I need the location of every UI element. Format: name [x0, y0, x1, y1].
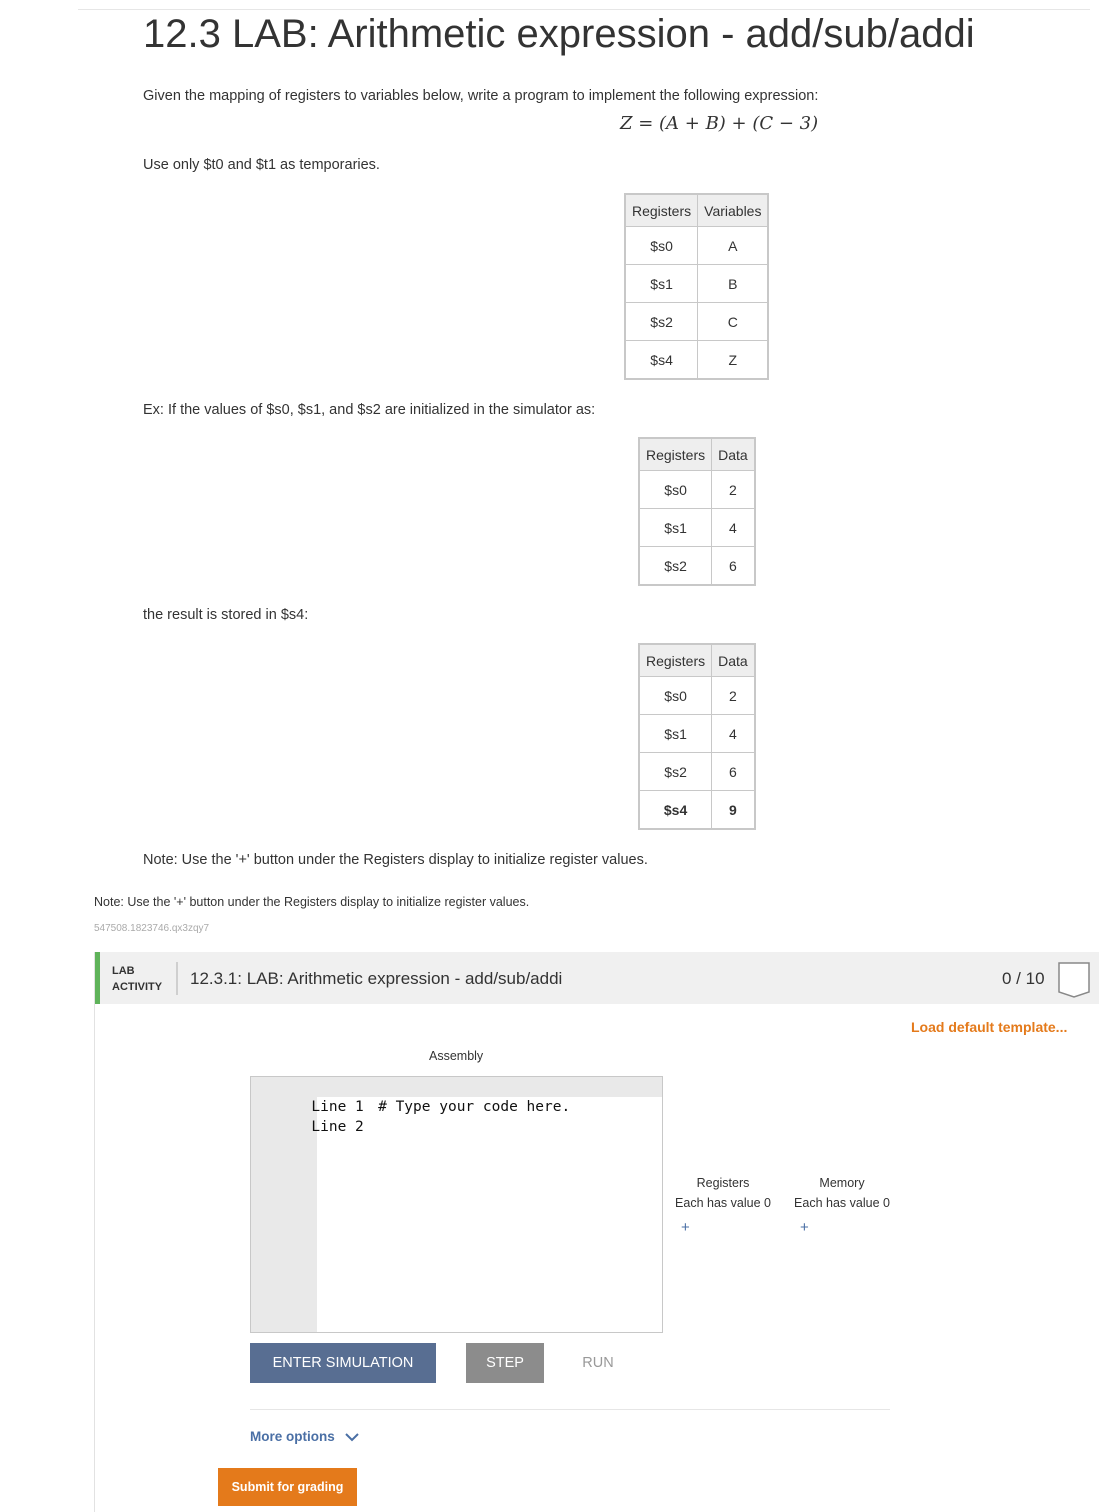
table-row: $s2 6	[638, 546, 756, 586]
badge-icon	[1058, 962, 1090, 998]
table-row: $s1 4	[638, 714, 756, 753]
table-row: $s4 Z	[624, 340, 769, 380]
memory-title: Memory	[819, 1176, 865, 1190]
add-register-button[interactable]: +	[681, 1219, 690, 1236]
intro-text: Given the mapping of registers to variab…	[143, 88, 819, 104]
table-cell: 2	[711, 470, 756, 509]
lab-activity: LAB ACTIVITY 12.3.1: LAB: Arithmetic exp…	[94, 952, 1099, 1512]
table-row: $s1 4	[638, 508, 756, 547]
step-button[interactable]: STEP	[466, 1343, 544, 1383]
table-cell: B	[697, 264, 769, 303]
table-row: $s4 9	[638, 790, 756, 830]
lab-tag-line: ACTIVITY	[112, 981, 163, 993]
top-divider	[78, 9, 1090, 10]
page-title: 12.3 LAB: Arithmetic expression - add/su…	[143, 12, 975, 56]
table-cell: $s0	[638, 676, 713, 715]
activity-code: 547508.1823746.qx3zqy7	[94, 923, 210, 934]
lab-activity-tag: LAB ACTIVITY	[112, 963, 162, 995]
enter-simulation-button[interactable]: ENTER SIMULATION	[250, 1343, 436, 1383]
lab-tag-line: LAB	[112, 965, 135, 977]
table-cell: $s4	[638, 790, 713, 830]
result-intro-text: the result is stored in $s4:	[143, 607, 309, 623]
code-line[interactable]: Line 1 # Type your code here.	[251, 1077, 662, 1115]
table-row: $s2 6	[638, 752, 756, 791]
registers-panel: Registers Each has value 0	[675, 1173, 771, 1213]
table-cell: 6	[711, 752, 756, 791]
table-cell: 9	[711, 790, 756, 830]
table-header: Data	[711, 643, 756, 677]
table-cell: A	[697, 226, 769, 265]
result-values-table: Registers Data $s0 2 $s1 4 $s2 6 $s4 9	[638, 643, 756, 830]
load-default-template-link[interactable]: Load default template...	[911, 1019, 1067, 1035]
table-cell: C	[697, 302, 769, 341]
registers-title: Registers	[696, 1176, 750, 1190]
header-separator	[176, 962, 178, 995]
initial-values-table: Registers Data $s0 2 $s1 4 $s2 6	[638, 437, 756, 586]
line-number: Line 2	[311, 1119, 364, 1135]
table-row: $s2 C	[624, 302, 769, 341]
memory-panel: Memory Each has value 0	[794, 1173, 890, 1213]
table-cell: $s4	[624, 340, 699, 380]
registers-subtitle: Each has value 0	[675, 1196, 771, 1210]
chevron-down-icon	[345, 1433, 359, 1442]
table-row: $s0 A	[624, 226, 769, 265]
more-options-toggle[interactable]: More options	[250, 1429, 359, 1444]
table-cell: 2	[711, 676, 756, 715]
more-options-label: More options	[250, 1429, 335, 1444]
table-row: $s0 2	[638, 470, 756, 509]
lab-title: 12.3.1: LAB: Arithmetic expression - add…	[190, 969, 563, 988]
table-header: Registers	[638, 437, 713, 471]
table-cell: 4	[711, 714, 756, 753]
table-row: $s1 B	[624, 264, 769, 303]
table-row: $s0 2	[638, 676, 756, 715]
assembly-label: Assembly	[429, 1049, 484, 1063]
lab-header: LAB ACTIVITY 12.3.1: LAB: Arithmetic exp…	[95, 952, 1099, 1004]
example-intro-text: Ex: If the values of $s0, $s1, and $s2 a…	[143, 402, 596, 418]
note-inner: Note: Use the '+' button under the Regis…	[143, 852, 648, 868]
table-cell: 6	[711, 546, 756, 586]
table-cell: $s1	[624, 264, 699, 303]
table-cell: $s0	[624, 226, 699, 265]
table-cell: Z	[697, 340, 769, 380]
section-divider	[250, 1409, 890, 1410]
table-cell: $s2	[638, 546, 713, 586]
memory-subtitle: Each has value 0	[794, 1196, 890, 1210]
table-header: Data	[711, 437, 756, 471]
register-variable-table: Registers Variables $s0 A $s1 B $s2 C $s…	[624, 193, 770, 380]
code-line[interactable]: Line 2	[251, 1097, 369, 1135]
table-header: Registers	[624, 193, 699, 227]
score-text: 0 / 10	[1002, 969, 1045, 988]
table-cell: $s0	[638, 470, 713, 509]
temporaries-text: Use only $t0 and $t1 as temporaries.	[143, 157, 380, 173]
note-outer: Note: Use the '+' button under the Regis…	[94, 895, 530, 909]
code-editor[interactable]: Line 1 # Type your code here. Line 2	[250, 1076, 663, 1333]
run-button[interactable]: RUN	[567, 1343, 629, 1383]
table-cell: $s1	[638, 508, 713, 547]
table-header: Registers	[638, 643, 713, 677]
add-memory-button[interactable]: +	[800, 1219, 809, 1236]
math-expression: Z = (A + B) + (C − 3)	[620, 113, 819, 134]
table-cell: $s2	[638, 752, 713, 791]
table-cell: 4	[711, 508, 756, 547]
submit-for-grading-button[interactable]: Submit for grading	[218, 1468, 357, 1506]
table-cell: $s1	[638, 714, 713, 753]
table-header: Variables	[697, 193, 769, 227]
code-text[interactable]: # Type your code here.	[369, 1099, 570, 1115]
table-cell: $s2	[624, 302, 699, 341]
